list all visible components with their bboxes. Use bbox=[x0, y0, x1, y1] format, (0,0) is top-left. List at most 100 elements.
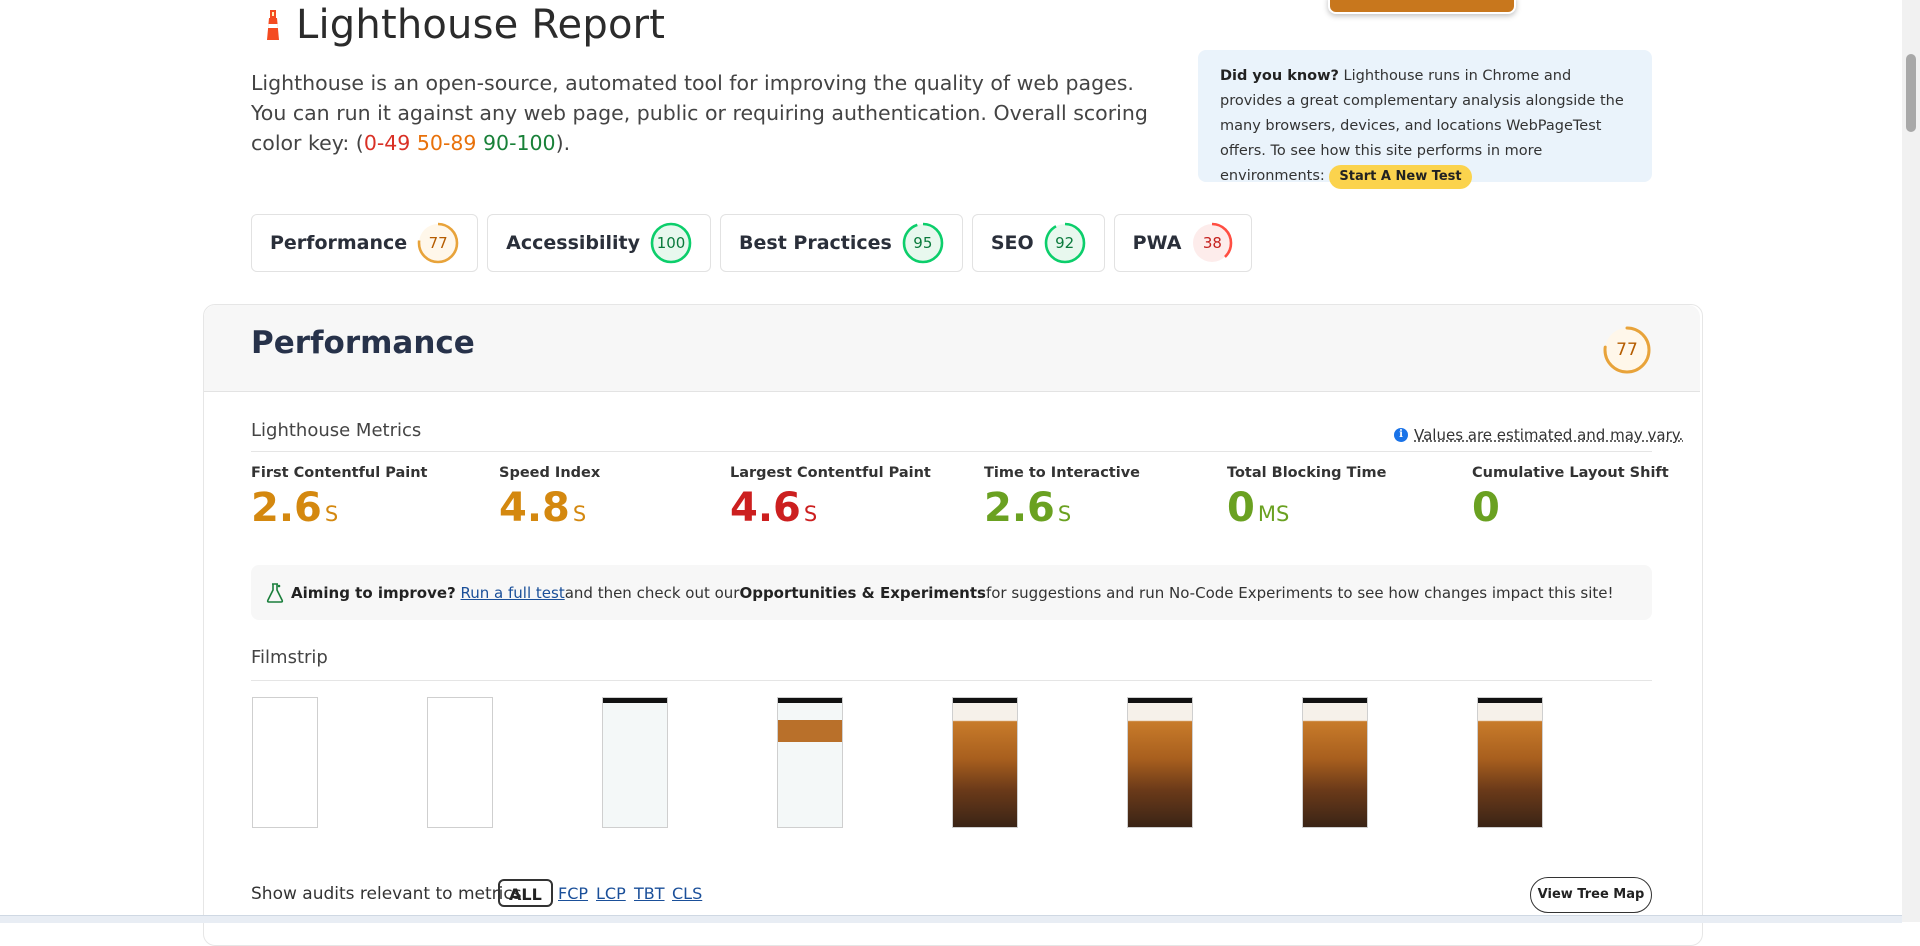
estimate-note-text: Values are estimated and may vary. bbox=[1414, 426, 1684, 444]
frame-hero-image bbox=[1303, 703, 1367, 827]
metric-time-to-interactive: Time to Interactive 2.6 S bbox=[984, 465, 1140, 537]
metric-value: 2.6 bbox=[984, 485, 1055, 531]
scrollbar-thumb[interactable] bbox=[1906, 54, 1916, 132]
category-tab-accessibility[interactable]: Accessibility 100 bbox=[487, 214, 712, 272]
frame-status-bar bbox=[778, 698, 842, 703]
category-score: 77 bbox=[428, 234, 448, 252]
did-you-know-box: Did you know? Lighthouse runs in Chrome … bbox=[1198, 50, 1652, 189]
filmstrip-frame bbox=[777, 697, 843, 828]
metric-unit: S bbox=[572, 502, 587, 526]
category-tab-best-practices[interactable]: Best Practices 95 bbox=[720, 214, 963, 272]
category-score: 92 bbox=[1055, 234, 1075, 252]
audit-filter-lcp[interactable]: LCP bbox=[596, 884, 626, 903]
audit-filter-tbt[interactable]: TBT bbox=[634, 884, 665, 903]
metric-value-wrap: 0 bbox=[1472, 485, 1669, 537]
metric-name: Largest Contentful Paint bbox=[730, 465, 931, 481]
metrics-heading: Lighthouse Metrics bbox=[251, 420, 422, 441]
score-gauge: 100 bbox=[650, 222, 692, 264]
audits-filter-label: Show audits relevant to metrics: bbox=[251, 884, 528, 904]
performance-title: Performance bbox=[251, 325, 475, 361]
improve-lead: Aiming to improve? bbox=[291, 583, 456, 602]
improve-tail: for suggestions and run No-Code Experime… bbox=[985, 583, 1614, 602]
score-gauge: 92 bbox=[1044, 222, 1086, 264]
metric-cumulative-layout-shift: Cumulative Layout Shift 0 bbox=[1472, 465, 1669, 537]
filmstrip-frame bbox=[602, 697, 668, 828]
performance-score: 77 bbox=[1616, 340, 1638, 360]
metric-value-wrap: 4.6 S bbox=[730, 485, 931, 537]
frame-hero-image bbox=[1478, 703, 1542, 827]
category-score: 100 bbox=[656, 234, 686, 252]
score-key-green: 90-100 bbox=[482, 131, 556, 155]
category-tab-seo[interactable]: SEO 92 bbox=[971, 214, 1105, 272]
category-tab-label: SEO bbox=[990, 232, 1034, 254]
metric-unit: MS bbox=[1257, 502, 1290, 526]
intro-end: ). bbox=[555, 131, 571, 155]
filmstrip-frame bbox=[252, 697, 318, 828]
metric-value: 4.6 bbox=[730, 485, 801, 531]
metric-name: Cumulative Layout Shift bbox=[1472, 465, 1669, 481]
metric-value-wrap: 2.6 S bbox=[984, 485, 1140, 537]
metric-name: First Contentful Paint bbox=[251, 465, 428, 481]
metric-unit: S bbox=[324, 502, 339, 526]
metric-first-contentful-paint: First Contentful Paint 2.6 S bbox=[251, 465, 427, 537]
page-thumbnail bbox=[1328, 0, 1516, 14]
category-tab-label: Best Practices bbox=[739, 232, 892, 254]
category-score: 95 bbox=[913, 234, 933, 252]
score-gauge: 77 bbox=[417, 222, 459, 264]
divider bbox=[251, 451, 1652, 452]
category-tab-performance[interactable]: Performance 77 bbox=[251, 214, 479, 272]
filmstrip-frame bbox=[1477, 697, 1543, 828]
flask-icon bbox=[266, 582, 284, 603]
frame-hero-image bbox=[953, 703, 1017, 827]
metric-value: 4.8 bbox=[499, 485, 570, 531]
page-title: Lighthouse Report bbox=[296, 2, 666, 48]
category-tab-pwa[interactable]: PWA 38 bbox=[1113, 214, 1253, 272]
estimate-note[interactable]: i Values are estimated and may vary. bbox=[1394, 426, 1683, 444]
score-gauge: 38 bbox=[1191, 222, 1233, 264]
metric-name: Speed Index bbox=[499, 465, 601, 481]
view-tree-map-button[interactable]: View Tree Map bbox=[1530, 877, 1652, 913]
frame-hero-image bbox=[1128, 703, 1192, 827]
metric-unit: S bbox=[803, 502, 818, 526]
metric-name: Total Blocking Time bbox=[1227, 465, 1387, 481]
filmstrip-frame bbox=[1127, 697, 1193, 828]
metric-value: 0 bbox=[1472, 485, 1500, 531]
score-key-red: 0-49 bbox=[363, 131, 411, 155]
audit-filter-cls[interactable]: CLS bbox=[672, 884, 702, 903]
improve-banner: Aiming to improve? Run a full test and t… bbox=[251, 565, 1652, 620]
filmstrip-frame bbox=[1302, 697, 1368, 828]
metric-largest-contentful-paint: Largest Contentful Paint 4.6 S bbox=[730, 465, 931, 537]
category-tab-label: Performance bbox=[270, 232, 408, 254]
metric-value-wrap: 2.6 S bbox=[251, 485, 427, 537]
did-you-know-heading: Did you know? bbox=[1220, 68, 1339, 84]
scrollbar[interactable] bbox=[1902, 0, 1920, 922]
filmstrip-heading: Filmstrip bbox=[251, 647, 328, 668]
filmstrip-frame bbox=[952, 697, 1018, 828]
report-header: Lighthouse Report bbox=[262, 2, 665, 48]
intro-paragraph: Lighthouse is an open-source, automated … bbox=[251, 68, 1171, 158]
category-score: 38 bbox=[1202, 234, 1222, 252]
improve-mid: and then check out our bbox=[564, 583, 740, 602]
performance-score-gauge: 77 bbox=[1602, 325, 1652, 375]
metric-speed-index: Speed Index 4.8 S bbox=[499, 465, 600, 537]
score-gauge: 95 bbox=[902, 222, 944, 264]
metric-unit: S bbox=[1057, 502, 1072, 526]
improve-bold: Opportunities & Experiments bbox=[739, 583, 986, 602]
metric-total-blocking-time: Total Blocking Time 0 MS bbox=[1227, 465, 1386, 537]
start-new-test-button[interactable]: Start A New Test bbox=[1329, 165, 1472, 189]
metric-value: 2.6 bbox=[251, 485, 322, 531]
audit-filter-all[interactable]: ALL bbox=[498, 879, 553, 907]
score-key-orange: 50-89 bbox=[416, 131, 477, 155]
metric-value: 0 bbox=[1227, 485, 1255, 531]
info-icon: i bbox=[1394, 428, 1408, 442]
divider bbox=[251, 680, 1652, 681]
run-full-test-link[interactable]: Run a full test bbox=[461, 584, 565, 602]
audit-filter-fcp[interactable]: FCP bbox=[558, 884, 588, 903]
frame-status-bar bbox=[603, 698, 667, 703]
lighthouse-icon bbox=[267, 10, 279, 40]
metric-value-wrap: 0 MS bbox=[1227, 485, 1386, 537]
category-tab-label: PWA bbox=[1132, 232, 1182, 254]
metric-name: Time to Interactive bbox=[984, 465, 1140, 481]
category-tabs: Performance 77 Accessibility 100 Best Practi… bbox=[251, 214, 1253, 272]
category-tab-label: Accessibility bbox=[506, 232, 641, 254]
